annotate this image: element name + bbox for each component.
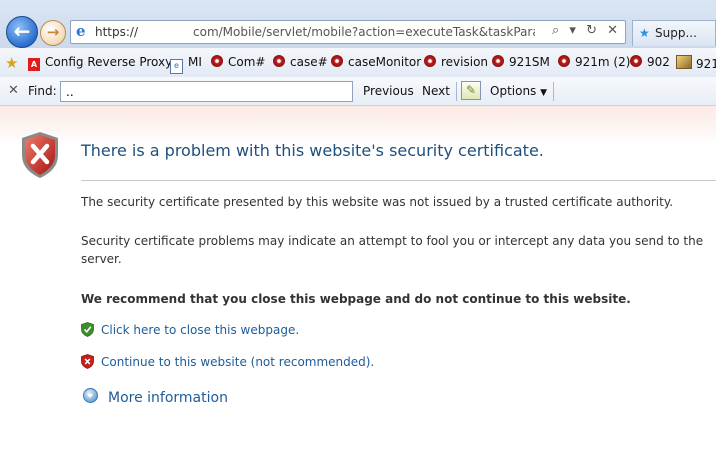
continue-website-link[interactable]: Continue to this website (not recommende… (81, 354, 374, 369)
favorites-star-icon[interactable]: ★ (5, 54, 18, 72)
page-icon: e (170, 59, 183, 74)
favorite-revision[interactable]: revision (424, 55, 488, 69)
find-next-button[interactable]: Next (422, 84, 450, 98)
divider (81, 180, 716, 181)
find-options-button[interactable]: Options ▼ (490, 84, 547, 98)
favorite-mi[interactable]: e MI (170, 55, 202, 74)
error-shield-icon (22, 132, 58, 178)
find-bar: ✕ Find: Previous Next ✎ Options ▼ (0, 77, 716, 106)
find-input[interactable] (60, 81, 353, 102)
favorite-casemonitor[interactable]: caseMonitor (331, 55, 421, 69)
recommendation-text: We recommend that you close this webpage… (81, 292, 631, 306)
favorite-921sm[interactable]: 921SM (492, 55, 550, 69)
close-find-icon[interactable]: ✕ (8, 83, 19, 98)
tab-label: Supp... (655, 26, 697, 40)
highlight-pencil-icon[interactable]: ✎ (461, 81, 481, 100)
red-shield-icon (81, 354, 94, 369)
separator (553, 82, 554, 101)
separator (456, 82, 457, 101)
adobe-icon: A (28, 58, 40, 71)
forward-button[interactable]: → (40, 20, 66, 46)
browser-chrome: ← → e https:// com/Mobile/servlet/mobile… (0, 0, 716, 110)
favorite-921[interactable]: 921. (676, 55, 716, 71)
address-row: ← → e https:// com/Mobile/servlet/mobile… (0, 0, 716, 49)
favorite-921m-2[interactable]: 921m (2) (558, 55, 630, 69)
find-label: Find: (28, 84, 57, 98)
browser-tab[interactable]: ★ Supp... (632, 20, 716, 46)
warning-message: Security certificate problems may indica… (81, 234, 704, 266)
certificate-message: The security certificate presented by th… (81, 195, 674, 209)
image-icon (676, 55, 692, 69)
close-webpage-link[interactable]: Click here to close this webpage. (81, 322, 299, 337)
red-site-icon (331, 55, 343, 67)
favorite-config-reverse-proxy[interactable]: A Config Reverse Proxy (28, 55, 172, 71)
favorite-case[interactable]: case# (273, 55, 328, 69)
red-site-icon (492, 55, 504, 67)
url-prefix: https:// (95, 25, 139, 39)
ie-page-icon: e (76, 22, 86, 40)
page-content (0, 106, 716, 470)
chevron-down-icon: ▼ (540, 88, 548, 98)
green-shield-icon (81, 322, 94, 337)
red-site-icon (211, 55, 223, 67)
favorite-com[interactable]: Com# (211, 55, 265, 69)
url-text: com/Mobile/servlet/mobile?action=execute… (193, 25, 535, 39)
address-buttons[interactable]: ⌕ ▾ ↻ ✕ (552, 23, 621, 38)
tab-favicon-icon: ★ (639, 26, 650, 40)
red-site-icon (424, 55, 436, 67)
red-site-icon (558, 55, 570, 67)
red-site-icon (630, 55, 642, 67)
page-title: There is a problem with this website's s… (81, 141, 544, 160)
address-bar[interactable]: e https:// com/Mobile/servlet/mobile?act… (70, 20, 626, 44)
favorites-bar: ★ A Config Reverse Proxy e MI Com# case# c… (0, 48, 716, 78)
back-button[interactable]: ← (6, 16, 38, 48)
favorite-902[interactable]: 902 (630, 55, 670, 69)
find-previous-button[interactable]: Previous (363, 84, 414, 98)
expand-circle-icon (83, 388, 98, 403)
red-site-icon (273, 55, 285, 67)
more-information-toggle[interactable]: More information (83, 388, 228, 406)
